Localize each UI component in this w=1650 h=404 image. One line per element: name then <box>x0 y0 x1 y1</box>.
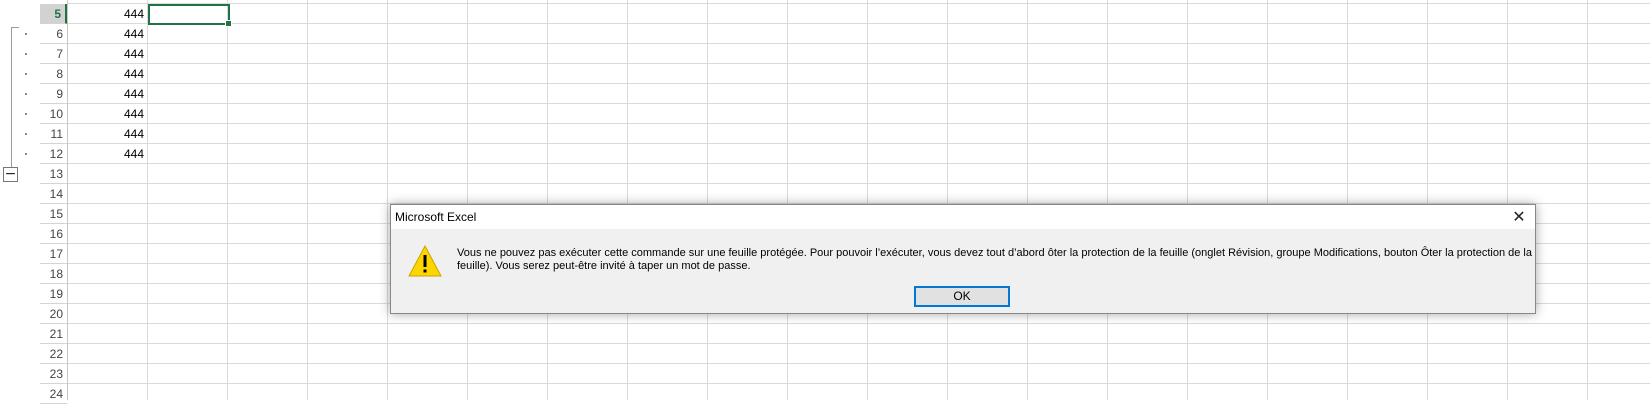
row-header[interactable]: 22 <box>40 344 67 364</box>
cell-value[interactable]: 444 <box>68 44 144 64</box>
row-header[interactable]: 13 <box>40 164 67 184</box>
selected-cell[interactable] <box>148 4 232 27</box>
outline-level-dot <box>25 73 27 75</box>
cell-grid[interactable]: 444 444 444 444 444 444 444 444 <box>68 0 1650 400</box>
row-header[interactable]: 7 <box>40 44 67 64</box>
row-header[interactable]: 20 <box>40 304 67 324</box>
dialog-title: Microsoft Excel <box>395 210 477 224</box>
close-icon[interactable]: ✕ <box>1509 208 1529 226</box>
cell-value[interactable]: 444 <box>68 144 144 164</box>
outline-level-dot <box>25 53 27 55</box>
dialog-titlebar: Microsoft Excel ✕ <box>391 205 1535 229</box>
row-header[interactable]: 14 <box>40 184 67 204</box>
warning-icon <box>408 245 442 277</box>
row-header[interactable]: 8 <box>40 64 67 84</box>
ok-button[interactable]: OK <box>914 286 1010 307</box>
outline-level-dot <box>25 133 27 135</box>
outline-level-dot <box>25 113 27 115</box>
row-header[interactable]: 9 <box>40 84 67 104</box>
row-header[interactable]: 17 <box>40 244 67 264</box>
outline-level-dot <box>25 33 27 35</box>
row-header[interactable]: 24 <box>40 384 67 404</box>
fill-handle[interactable] <box>225 20 232 27</box>
cell-value[interactable]: 444 <box>68 64 144 84</box>
row-header[interactable]: 18 <box>40 264 67 284</box>
cell-value[interactable]: 444 <box>68 4 144 24</box>
row-header[interactable]: 15 <box>40 204 67 224</box>
row-header[interactable]: 16 <box>40 224 67 244</box>
alert-dialog: Microsoft Excel ✕ Vous ne pouvez pas exé… <box>390 204 1536 314</box>
row-header[interactable]: 12 <box>40 144 67 164</box>
row-headers: 5 6 7 8 9 10 11 12 13 14 15 16 17 18 19 20 21 22 23 24 <box>40 0 68 404</box>
row-header[interactable]: 19 <box>40 284 67 304</box>
cell-value[interactable]: 444 <box>68 104 144 124</box>
outline-gutter: − <box>0 0 40 400</box>
row-header[interactable]: 10 <box>40 104 67 124</box>
cell-value[interactable]: 444 <box>68 84 144 104</box>
outline-level-dot <box>25 93 27 95</box>
dialog-message: Vous ne pouvez pas exécuter cette comman… <box>457 247 1532 272</box>
row-header[interactable]: 6 <box>40 24 67 44</box>
cell-value[interactable]: 444 <box>68 124 144 144</box>
cell-value[interactable]: 444 <box>68 24 144 44</box>
outline-level-dot <box>25 153 27 155</box>
row-header[interactable]: 21 <box>40 324 67 344</box>
row-header[interactable]: 5 <box>40 4 67 24</box>
row-header[interactable]: 11 <box>40 124 67 144</box>
outline-group-bracket <box>11 27 19 176</box>
row-header[interactable]: 23 <box>40 364 67 384</box>
outline-collapse-button[interactable]: − <box>3 167 18 182</box>
